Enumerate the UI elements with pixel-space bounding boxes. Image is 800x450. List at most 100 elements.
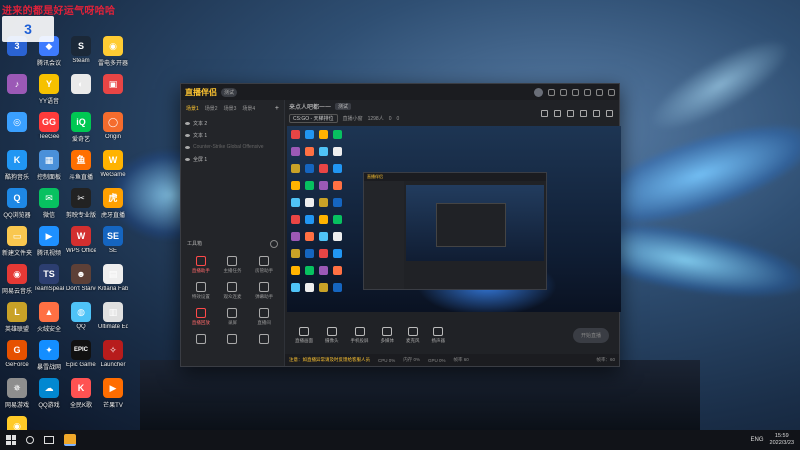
toolbox-item[interactable]: 特效设置 [185, 282, 217, 300]
link-icon[interactable] [606, 110, 613, 117]
desktop-icon[interactable]: W WeGame [98, 150, 128, 178]
desktop-icon[interactable]: EPIC Epic Games Launcher [66, 340, 96, 368]
minimize-icon[interactable] [584, 88, 591, 96]
desktop-icon[interactable]: ✂ 剪映专业版 [66, 188, 96, 219]
desktop-icon[interactable]: ▭ 新建文件夹 [2, 226, 32, 257]
desktop-icon[interactable]: ♪ [2, 74, 32, 96]
desktop-icon[interactable]: K 酷狗音乐 [2, 150, 32, 181]
tool-icon [259, 334, 270, 344]
desktop-icon[interactable]: ◎ [2, 112, 32, 134]
source-item[interactable]: 文本 1 [185, 129, 280, 141]
desktop-icon[interactable]: Q QQ浏览器 [2, 188, 32, 219]
desktop-icon[interactable]: 鱼斗鱼直播 [66, 150, 96, 181]
windows-start-icon[interactable] [6, 435, 16, 445]
control-icon [433, 326, 444, 336]
desktop-icon[interactable]: ◉雷电模拟器4 [2, 416, 32, 430]
scene-tab[interactable]: 场景3 [224, 105, 237, 112]
source-item[interactable]: 文本 2 [185, 117, 280, 129]
desktop-icon[interactable]: iQ 爱奇艺 [66, 112, 96, 143]
toolbox-item[interactable] [248, 334, 280, 346]
desktop-icon[interactable]: ☻ Don't Starve Together [66, 264, 96, 292]
taskbar-streaming-app-icon[interactable] [64, 434, 76, 446]
desktop-icon[interactable]: ▥ Ultimate Edition [98, 302, 128, 330]
toolbox-item[interactable]: 录屏 [217, 308, 249, 326]
game-category[interactable]: CS:GO - 天梯排位 [289, 114, 338, 123]
toolbox-item[interactable] [185, 334, 217, 346]
tool-label: 房管助手 [255, 268, 274, 273]
toolbox-item[interactable]: 观众连麦 [217, 282, 249, 300]
desktop-icon[interactable]: ✧ Launcher [98, 340, 128, 368]
maximize-icon[interactable] [596, 88, 603, 96]
desktop-icon[interactable]: ▤ Kitlaria Fabric [98, 264, 128, 292]
toolbox-item[interactable]: 直播间 [248, 308, 280, 326]
share-icon[interactable] [554, 110, 561, 117]
task-view-icon[interactable] [44, 436, 54, 444]
desktop-icon[interactable]: TS TeamSpeak [34, 264, 64, 292]
desktop-icon[interactable]: ✉ 微信 [34, 188, 64, 219]
close-icon[interactable] [608, 88, 615, 96]
desktop-icon[interactable]: ✵ 网易游戏 [2, 378, 32, 409]
desktop-icon[interactable]: K 全民K歌 [66, 378, 96, 409]
desktop-icon[interactable]: GG TeeGee [34, 112, 64, 140]
gift-icon[interactable] [541, 110, 548, 117]
desktop-icon[interactable]: ▲ 火绒安全 [34, 302, 64, 333]
desktop-icon[interactable]: ◉ 网易云音乐 [2, 264, 32, 295]
desktop-icon[interactable]: W WPS Office [66, 226, 96, 254]
desktop-icon[interactable]: 虎虎牙直播 [98, 188, 128, 219]
toolbox-item[interactable]: 直播助手 [185, 256, 217, 274]
control-button[interactable]: 摄像头 [325, 326, 339, 344]
control-button[interactable]: 麦克风 [406, 326, 420, 344]
desktop-icon[interactable]: S Steam [66, 36, 96, 64]
toolbox-item[interactable] [217, 334, 249, 346]
toolbox-grid: 直播助手 主播任务 房管助手特效设置 观众连麦 弹幕助手直播回放 录屏 直播间 [185, 256, 280, 346]
toolbox-item[interactable]: 直播回放 [185, 308, 217, 326]
desktop-icon[interactable]: Y YY语音 [34, 74, 64, 105]
desktop-icon[interactable]: L 英雄联盟 [2, 302, 32, 333]
toolbox-more-icon[interactable] [270, 240, 278, 248]
desktop-icon[interactable]: ◐ [66, 74, 96, 96]
visibility-eye-icon[interactable] [185, 145, 190, 149]
user-avatar[interactable] [534, 87, 543, 97]
desktop-icon[interactable]: SE SE [98, 226, 128, 254]
desktop-icon[interactable]: G GeForce [2, 340, 32, 368]
visibility-eye-icon[interactable] [185, 157, 190, 161]
desktop-icon[interactable]: ✦ 暴雪战网 [34, 340, 64, 371]
desktop-icon[interactable]: ▦ 控制面板 [34, 150, 64, 181]
desktop-icon[interactable]: ▣ [98, 74, 128, 96]
stream-title[interactable]: 来点人吧都一一 [289, 102, 331, 111]
scene-tab[interactable]: 场景4 [242, 105, 255, 112]
desktop-icon[interactable]: ▶ 腾讯视频 [34, 226, 64, 257]
control-button[interactable]: 直播画面 [295, 326, 313, 344]
toolbox-item[interactable]: 房管助手 [248, 256, 280, 274]
source-item[interactable]: 全屏 1 [185, 153, 280, 165]
visibility-eye-icon[interactable] [185, 133, 190, 137]
toolbox-item[interactable]: 主播任务 [217, 256, 249, 274]
clock[interactable]: 15:59 2022/3/23 [770, 433, 794, 447]
desktop-icon-label: 全民K歌 [69, 403, 92, 409]
visibility-eye-icon[interactable] [185, 121, 190, 125]
control-button[interactable]: 手机投屏 [351, 326, 369, 344]
go-live-button[interactable]: 开始直播 [572, 327, 609, 343]
control-button[interactable]: 扬声器 [432, 326, 445, 344]
add-scene-icon[interactable]: + [275, 105, 279, 112]
search-icon[interactable] [26, 436, 34, 444]
control-button[interactable]: 多媒体 [381, 326, 394, 344]
record-icon[interactable] [567, 110, 574, 117]
stream-preview[interactable]: 直播伴侣 [287, 126, 621, 312]
settings-icon[interactable] [560, 88, 567, 96]
desktop-icon[interactable]: ☁ QQ游戏 [34, 378, 64, 409]
desktop-icon[interactable]: ◍ QQ [66, 302, 96, 330]
desktop-icon[interactable]: ◯ Origin [98, 112, 128, 140]
message-icon[interactable] [548, 88, 555, 96]
scene-tab[interactable]: 场景1 [186, 105, 199, 112]
scene-tab[interactable]: 场景2 [205, 105, 218, 112]
menu-icon[interactable] [572, 88, 579, 96]
chat-icon[interactable] [580, 110, 587, 117]
desktop-icon[interactable]: ▶ 芒果TV [98, 378, 128, 409]
bell-icon[interactable] [593, 110, 600, 117]
preview-mini-icon [305, 249, 314, 258]
desktop-icon[interactable]: ◉ 雷电多开器4 [98, 36, 128, 67]
toolbox-item[interactable]: 弹幕助手 [248, 282, 280, 300]
source-item[interactable]: Counter-Strike Global Offensive [185, 141, 280, 153]
tray-language[interactable]: ENG [751, 437, 764, 443]
